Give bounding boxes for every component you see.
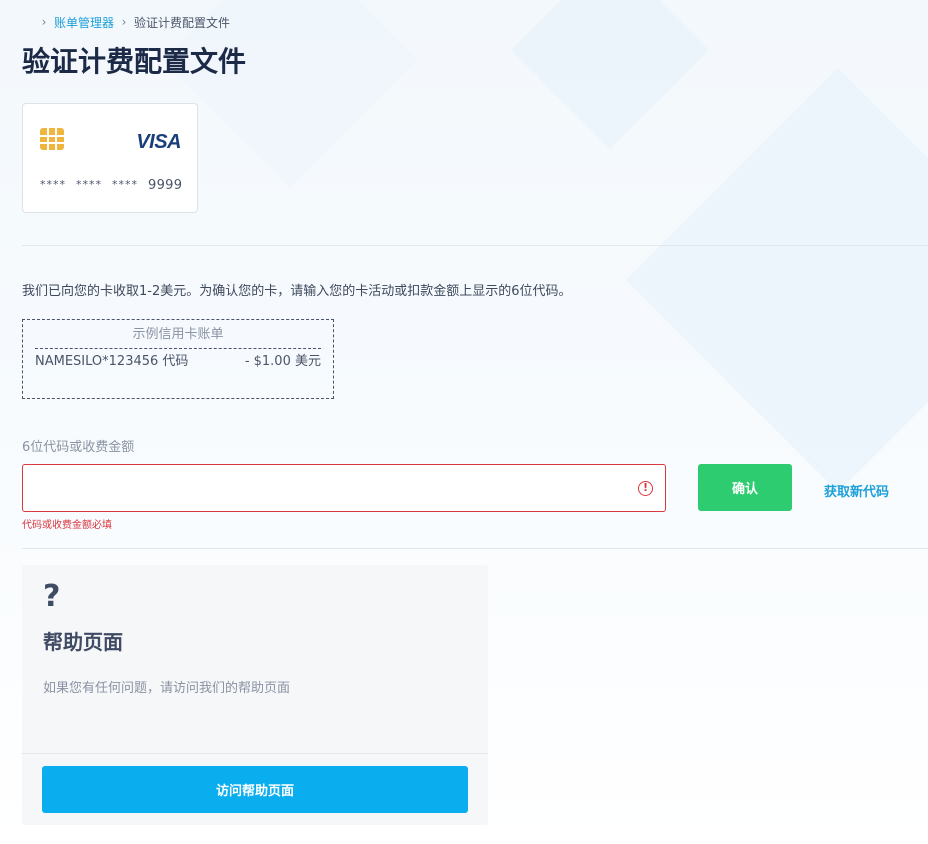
instruction-text: 我们已向您的卡收取1-2美元。为确认您的卡，请输入您的卡活动或扣款金额上显示的6… (22, 284, 572, 299)
divider (22, 245, 928, 246)
code-input[interactable] (22, 464, 666, 512)
example-statement-title: 示例信用卡账单 (132, 327, 224, 342)
error-icon: ! (638, 481, 653, 496)
background-shape (511, 0, 709, 149)
credit-card: VISA **** **** **** 9999 (22, 103, 198, 213)
question-mark-icon: ? (43, 579, 61, 614)
example-statement-row: NAMESILO*123456 代码 - $1.00 美元 (35, 353, 321, 371)
chevron-right-icon: › (41, 15, 47, 29)
divider (22, 753, 488, 754)
page-title: 验证计费配置文件 (22, 45, 247, 78)
background-shape (625, 67, 928, 493)
divider (22, 548, 928, 549)
help-title: 帮助页面 (43, 630, 123, 654)
code-field-label: 6位代码或收费金额 (22, 440, 135, 455)
help-panel: ? 帮助页面 如果您有任何问题，请访问我们的帮助页面 访问帮助页面 (22, 565, 488, 825)
error-message: 代码或收费金额必填 (22, 520, 112, 531)
card-masked-group: **** (76, 178, 102, 191)
card-number: **** **** **** 9999 (40, 178, 182, 193)
divider (35, 348, 321, 349)
card-masked-group: **** (112, 178, 138, 191)
example-statement: 示例信用卡账单 NAMESILO*123456 代码 - $1.00 美元 (22, 319, 334, 399)
card-last4: 9999 (148, 178, 183, 193)
example-merchant: NAMESILO*123456 代码 (35, 354, 189, 369)
visit-help-page-button[interactable]: 访问帮助页面 (42, 766, 468, 813)
confirm-button[interactable]: 确认 (698, 464, 792, 511)
example-amount: - $1.00 美元 (244, 354, 321, 369)
breadcrumb-current: 验证计费配置文件 (134, 15, 231, 30)
card-chip-icon (40, 128, 64, 150)
help-description: 如果您有任何问题，请访问我们的帮助页面 (43, 681, 291, 696)
chevron-right-icon: › (121, 15, 127, 29)
breadcrumb-link-billing-manager[interactable]: 账单管理器 (54, 14, 114, 31)
visa-logo: VISA (136, 131, 181, 153)
card-masked-group: **** (40, 178, 66, 191)
breadcrumb: › 账单管理器 › 验证计费配置文件 (34, 14, 230, 30)
get-new-code-link[interactable]: 获取新代码 (824, 481, 889, 500)
